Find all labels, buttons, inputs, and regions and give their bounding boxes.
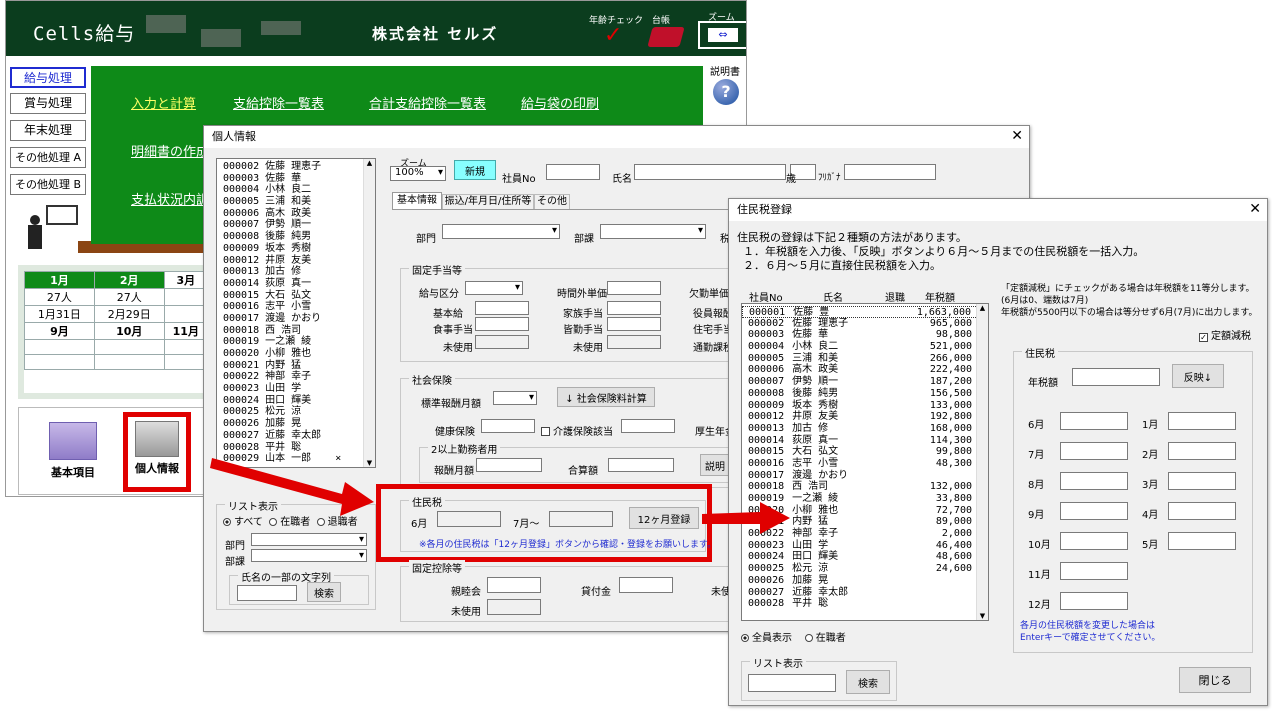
annotation-arrows [210,458,790,534]
arrow-to-resident-box [210,458,374,516]
arrow-to-dialog [702,502,790,534]
